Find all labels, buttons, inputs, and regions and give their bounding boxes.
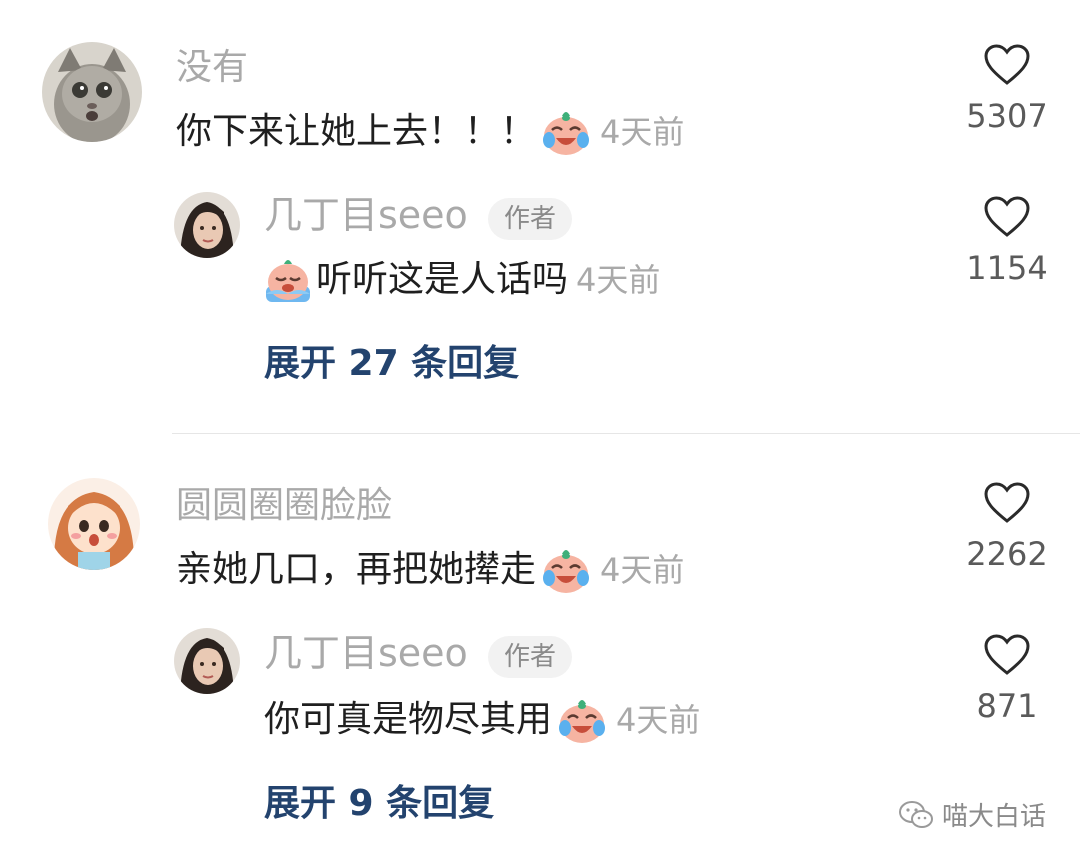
avatar-cartoon-girl[interactable] (48, 478, 140, 570)
comment-username[interactable]: 没有 (176, 50, 248, 86)
laughing-crying-emoji-icon (540, 106, 592, 158)
like-count: 871 (976, 687, 1038, 725)
comment-text-row: 亲她几口，再把她撵走 4天前 (176, 544, 684, 596)
reply-username[interactable]: 几丁目seeo (264, 196, 468, 234)
like-count: 5307 (966, 97, 1048, 135)
like-count: 1154 (966, 249, 1048, 287)
reply-text-row: 你可真是物尽其用 4天前 (264, 694, 700, 746)
heart-icon (984, 634, 1030, 675)
reply-time: 4天前 (576, 261, 661, 299)
author-badge: 作者 (488, 198, 573, 240)
laughing-crying-emoji-icon (556, 694, 608, 746)
comment-time: 4天前 (600, 113, 685, 151)
heart-icon (984, 196, 1030, 237)
like-button[interactable]: 2262 (952, 482, 1062, 570)
reply-time: 4天前 (616, 701, 701, 739)
avatar-cat[interactable] (42, 42, 142, 142)
avatar-author[interactable] (174, 628, 240, 694)
crying-emoji-icon (262, 254, 314, 306)
watermark: 喵大白话 (898, 796, 1046, 833)
comment-section: 没有 你下来让她上去！！！ 4天前 5307 几丁目seeo 作者 听听这是人话… (0, 0, 1080, 859)
reply-text-row: 听听这是人话吗 4天前 (262, 254, 660, 306)
author-badge: 作者 (488, 636, 573, 678)
thread-divider (172, 433, 1080, 434)
laughing-crying-emoji-icon (540, 544, 592, 596)
watermark-text: 喵大白话 (941, 802, 1046, 832)
like-count: 2262 (966, 535, 1048, 573)
like-button[interactable]: 1154 (952, 196, 1062, 284)
expand-replies-link[interactable]: 展开 9 条回复 (264, 786, 494, 822)
wechat-icon (898, 800, 933, 828)
avatar-author[interactable] (174, 192, 240, 258)
reply-username[interactable]: 几丁目seeo (264, 634, 468, 672)
expand-replies-link[interactable]: 展开 27 条回复 (264, 346, 519, 382)
reply-text: 听听这是人话吗 (316, 259, 569, 300)
like-button[interactable]: 871 (952, 634, 1062, 722)
comment-text: 你下来让她上去！！！ (176, 111, 537, 152)
heart-icon (984, 482, 1030, 523)
reply-text: 你可真是物尽其用 (264, 699, 553, 740)
comment-username[interactable]: 圆圆圈圈脸脸 (176, 488, 392, 524)
comment-text-row: 你下来让她上去！！！ 4天前 (176, 106, 684, 158)
like-button[interactable]: 5307 (952, 44, 1062, 132)
heart-icon (984, 44, 1030, 85)
comment-time: 4天前 (600, 551, 685, 589)
comment-text: 亲她几口，再把她撵走 (176, 549, 537, 590)
